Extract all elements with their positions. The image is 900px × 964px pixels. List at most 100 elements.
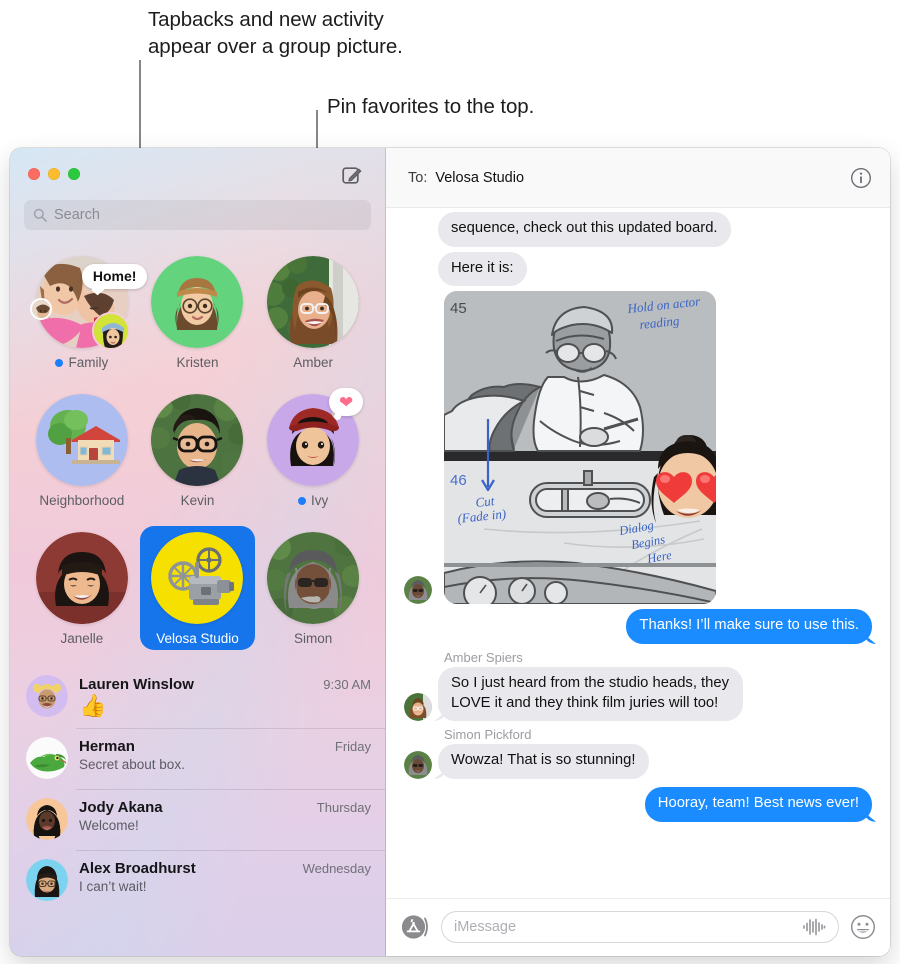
maximize-window-button[interactable] — [68, 168, 80, 180]
avatar-family-member-badge — [29, 298, 52, 320]
message-sender-name: Simon Pickford — [444, 727, 532, 743]
list-item-lauren-winslow[interactable]: Lauren Winslow 9:30 AM 👍 — [10, 666, 385, 728]
imessage-input[interactable]: iMessage — [441, 911, 839, 943]
pinned-item-label: Family — [68, 355, 109, 370]
search-placeholder: Search — [54, 207, 100, 223]
list-item-herman[interactable]: Herman Friday Secret about box. — [10, 728, 385, 789]
list-item-timestamp: 9:30 AM — [323, 677, 371, 692]
list-item-jody-akana[interactable]: Jody Akana Thursday Welcome! — [10, 789, 385, 850]
list-item-name: Lauren Winslow — [79, 676, 194, 693]
pinned-item-kristen[interactable]: Kristen — [140, 250, 256, 374]
pinned-item-label-wrap: Amber — [293, 355, 333, 370]
message-bubble: Wowza! That is so stunning! — [438, 744, 649, 780]
message-bubble: sequence, check out this updated board. — [438, 212, 731, 247]
svg-text:45: 45 — [450, 300, 467, 317]
info-circle-icon[interactable] — [850, 167, 872, 189]
audio-waveform-icon[interactable] — [802, 917, 826, 937]
message-row: Here it is: — [404, 251, 872, 287]
app-store-icon[interactable] — [400, 912, 430, 942]
to-label: To: — [408, 170, 428, 186]
list-item-timestamp: Friday — [334, 739, 371, 755]
message-bubble: So I just heard from the studio heads, t… — [438, 667, 743, 722]
avatar-alex-broadhurst — [26, 859, 68, 902]
list-item-preview: 👍 — [79, 694, 107, 718]
minimize-window-button[interactable] — [48, 168, 60, 180]
list-item-name: Herman — [79, 738, 135, 756]
avatar-neighborhood-house-emoji — [35, 394, 128, 486]
pinned-item-amber[interactable]: Amber — [255, 250, 371, 374]
list-item-name: Jody Akana — [79, 799, 163, 817]
pinned-item-family[interactable]: Home! Family — [24, 250, 148, 374]
list-item-preview: I can’t wait! — [79, 879, 147, 895]
reaction-heart-eyes-memoji — [628, 419, 716, 537]
close-window-button[interactable] — [28, 168, 40, 180]
chat-toolbar: To: Velosa Studio — [386, 148, 890, 208]
pinned-conversations-grid: Home! Family Kristen Amber Neighborhood … — [10, 250, 385, 650]
window-titlebar — [10, 148, 385, 200]
message-row: Wowza! That is so stunning! — [404, 744, 872, 780]
message-input-bar: iMessage — [386, 898, 890, 956]
avatar-jody-akana — [26, 798, 68, 841]
pinned-item-neighborhood[interactable]: Neighborhood — [24, 388, 140, 512]
avatar-family-sender-badge — [91, 312, 130, 350]
tapback-heart-ivy: ❤ — [329, 388, 364, 420]
message-thread[interactable]: sequence, check out this updated board. … — [386, 208, 890, 898]
avatar-kevin-photo — [151, 394, 244, 486]
compose-pencil-icon[interactable] — [341, 164, 363, 186]
unread-dot — [55, 358, 64, 367]
attachment-storyboard-sketch[interactable]: 45 Hold on actor reading 46 Cut (Fade in… — [444, 291, 716, 605]
avatar-lauren-winslow — [26, 675, 68, 717]
avatar-kristen-memoji — [151, 256, 244, 348]
search-input[interactable]: Search — [24, 200, 371, 230]
pinned-item-label-wrap: Kevin — [181, 493, 215, 508]
avatar-amber-thumbnail — [404, 693, 432, 722]
pinned-item-kevin[interactable]: Kevin — [140, 388, 256, 512]
pinned-item-label-wrap: Kristen — [176, 355, 218, 370]
callout-tapbacks-text: Tapbacks and new activity appear over a … — [148, 8, 403, 59]
pinned-item-simon[interactable]: Simon — [255, 526, 371, 650]
messages-window: Search Home! Family Kristen Amber Neighb… — [10, 148, 890, 956]
avatar-simon-thumbnail — [404, 576, 432, 605]
pinned-item-velosa-studio[interactable]: Velosa Studio — [139, 526, 256, 650]
pinned-item-label-wrap: Janelle — [60, 631, 103, 646]
chat-pane: To: Velosa Studio sequence, check out th… — [386, 148, 890, 956]
pinned-avatar-wrap — [35, 532, 128, 624]
sidebar: Search Home! Family Kristen Amber Neighb… — [10, 148, 386, 956]
avatar-herman — [26, 737, 68, 780]
pinned-item-label-wrap: Neighborhood — [39, 493, 124, 508]
avatar-janelle-photo — [35, 532, 128, 624]
message-bubble: Hooray, team! Best news ever! — [644, 787, 872, 822]
pinned-item-label: Velosa Studio — [156, 631, 239, 646]
pinned-avatar-wrap — [151, 394, 244, 486]
pinned-avatar-wrap — [151, 532, 244, 624]
avatar-velosa-studio-projector-emoji — [151, 532, 244, 624]
message-row: Thanks! I’ll make sure to use this. — [404, 609, 872, 645]
pinned-item-label-wrap: Ivy — [298, 493, 328, 508]
pinned-item-label: Neighborhood — [39, 493, 125, 508]
pinned-item-label: Kevin — [180, 493, 215, 508]
recipient-field[interactable]: Velosa Studio — [435, 170, 524, 186]
list-item-top-row: Jody Akana Thursday — [79, 799, 371, 816]
list-item-top-row: Herman Friday — [79, 738, 371, 755]
message-row: sequence, check out this updated board. — [404, 212, 872, 247]
heart-icon: ❤ — [339, 392, 354, 412]
callout-pin-text: Pin favorites to the top. — [327, 95, 535, 118]
pinned-item-label-wrap: Simon — [294, 631, 332, 646]
list-item-preview: Secret about box. — [79, 757, 185, 773]
pinned-item-janelle[interactable]: Janelle — [24, 526, 140, 650]
list-item-alex-broadhurst[interactable]: Alex Broadhurst Wednesday I can’t wait! — [10, 850, 385, 911]
avatar-simon-thumbnail — [404, 751, 432, 780]
pinned-item-label: Kristen — [176, 355, 219, 370]
list-item-preview: Welcome! — [79, 818, 139, 834]
tapback-bubble-family: Home! — [81, 264, 148, 289]
svg-text:46: 46 — [450, 472, 467, 489]
list-item-top-row: Alex Broadhurst Wednesday — [79, 860, 371, 877]
list-item-timestamp: Wednesday — [302, 861, 371, 877]
search-icon — [33, 208, 47, 222]
imessage-placeholder: iMessage — [454, 919, 517, 935]
smiley-face-icon[interactable] — [850, 914, 876, 940]
message-row: Hooray, team! Best news ever! — [404, 787, 872, 822]
pinned-item-ivy[interactable]: ❤ Ivy — [255, 388, 371, 512]
message-bubble: Here it is: — [438, 251, 527, 287]
pinned-avatar-wrap — [35, 394, 128, 486]
